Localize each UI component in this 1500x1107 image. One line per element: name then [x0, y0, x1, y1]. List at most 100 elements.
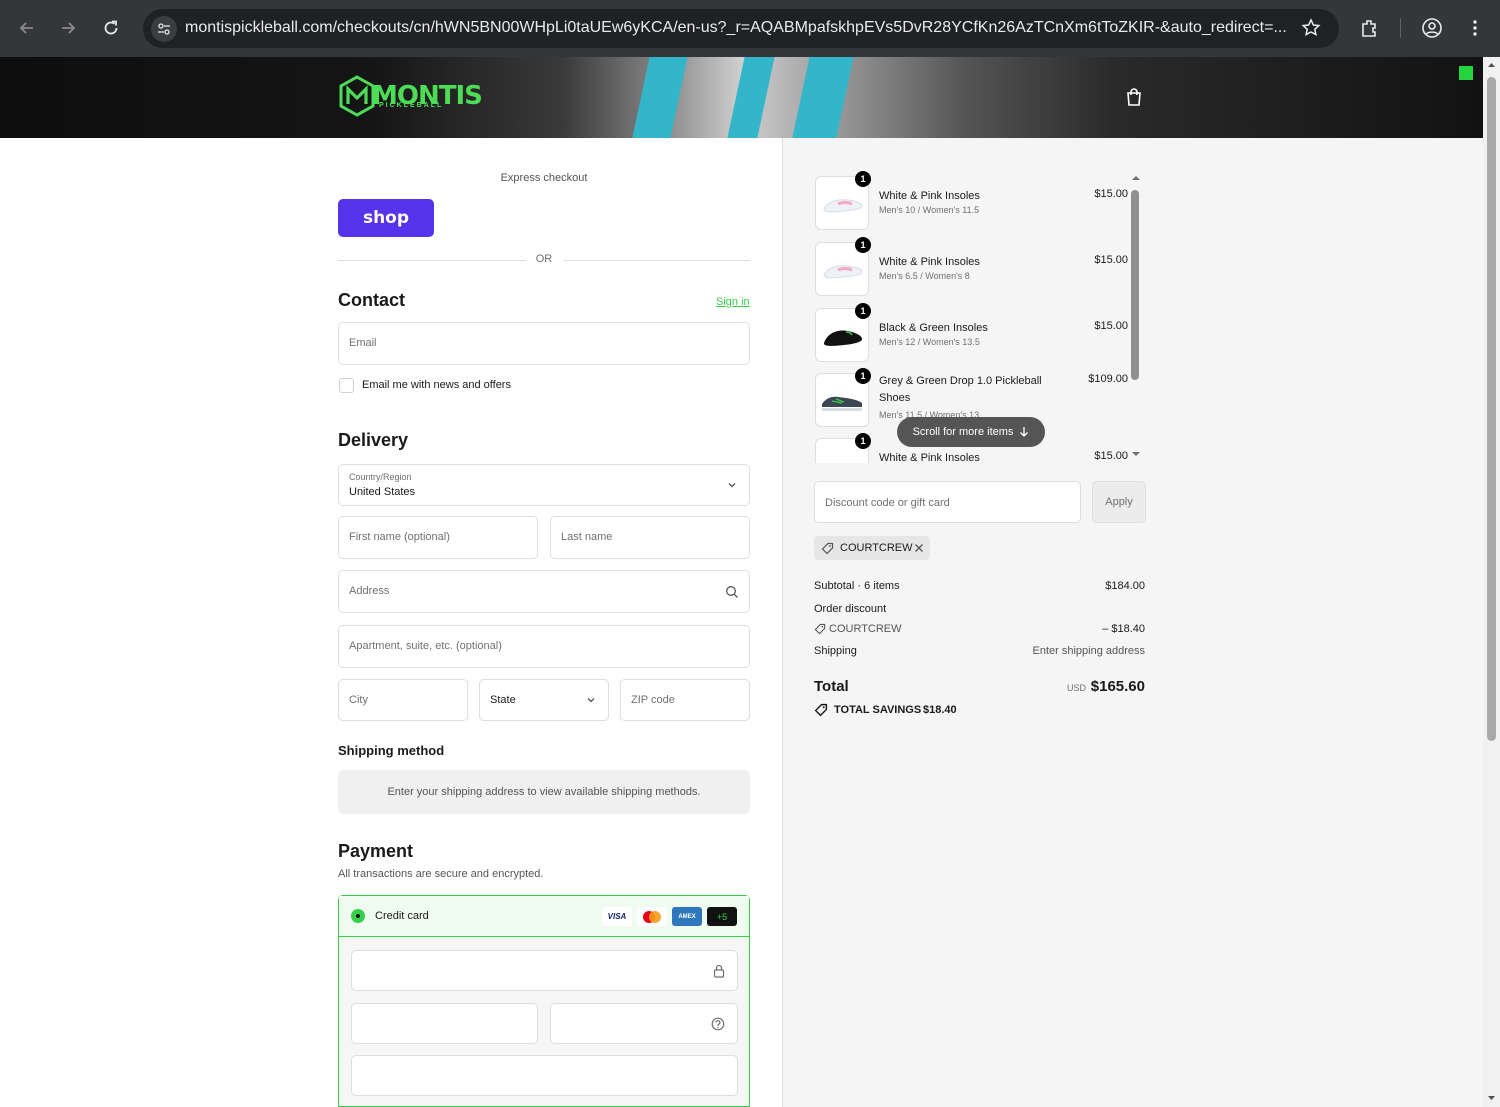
state-placeholder: State — [490, 694, 516, 706]
delivery-heading: Delivery — [338, 430, 409, 450]
country-label: Country/Region — [349, 472, 412, 482]
banner-stripe — [788, 57, 856, 138]
scroll-down-icon[interactable] — [1487, 1095, 1496, 1102]
arrow-down-icon — [1020, 427, 1029, 437]
last-name-placeholder: Last name — [561, 531, 613, 543]
arrow-right-icon — [62, 22, 76, 34]
scroll-more-button[interactable]: Scroll for more items — [897, 417, 1045, 447]
help-icon[interactable] — [711, 1017, 725, 1031]
payment-subtitle: All transactions are secure and encrypte… — [338, 868, 544, 880]
discount-code-field[interactable]: Discount code or gift card — [814, 481, 1081, 523]
checkout-form: Express checkout shop OR Contact Sign in… — [0, 138, 783, 1107]
quantity-badge: 1 — [855, 303, 871, 319]
header-banner: MONTIS PICKLEBALL — [0, 57, 1483, 138]
savings-tag-icon — [814, 703, 828, 717]
zip-field[interactable]: ZIP code — [620, 679, 750, 721]
last-name-field[interactable]: Last name — [550, 516, 750, 559]
item-price: $15.00 — [1094, 320, 1128, 332]
item-price: $15.00 — [1094, 450, 1128, 462]
sign-in-link[interactable]: Sign in — [716, 296, 750, 308]
contact-heading: Contact — [338, 290, 405, 310]
item-name: Black & Green Insoles — [879, 322, 988, 334]
address-bar[interactable]: montispickleball.com/checkouts/cn/hWN5BN… — [143, 9, 1339, 48]
scroll-down-icon[interactable] — [1131, 450, 1141, 458]
reload-button[interactable] — [97, 14, 125, 42]
site-info-icon[interactable] — [151, 16, 177, 42]
expiry-field[interactable] — [351, 1003, 538, 1044]
first-name-field[interactable]: First name (optional) — [338, 516, 538, 559]
item-name: White & Pink Insoles — [879, 452, 980, 463]
zip-placeholder: ZIP code — [631, 694, 675, 706]
address-placeholder: Address — [349, 585, 390, 597]
banner-stripe — [723, 57, 777, 138]
browser-toolbar: montispickleball.com/checkouts/cn/hWN5BN… — [0, 0, 1500, 57]
currency-label: USD — [1066, 683, 1086, 693]
credit-card-panel: Credit card VISA AMEX +5 — [338, 895, 750, 1107]
item-price: $15.00 — [1094, 254, 1128, 266]
reload-icon — [104, 20, 118, 35]
credit-card-label: Credit card — [375, 910, 429, 922]
total-savings-label: TOTAL SAVINGS — [834, 704, 922, 716]
email-field[interactable]: Email — [338, 322, 750, 365]
security-code-field[interactable] — [550, 1003, 738, 1044]
extensions-icon[interactable] — [1359, 17, 1381, 44]
discount-tag: COURTCREW — [814, 536, 930, 560]
remove-discount-icon[interactable] — [914, 543, 924, 553]
amex-icon: AMEX — [672, 907, 702, 926]
url-text: montispickleball.com/checkouts/cn/hWN5BN… — [185, 19, 1287, 36]
city-placeholder: City — [349, 694, 368, 706]
news-checkbox[interactable] — [339, 378, 354, 393]
city-field[interactable]: City — [338, 679, 468, 721]
state-select[interactable]: State — [479, 679, 609, 721]
discount-code-label: COURTCREW — [829, 623, 902, 635]
visa-icon: VISA — [602, 907, 632, 926]
express-checkout-label: Express checkout — [500, 172, 588, 184]
tag-icon — [814, 623, 826, 635]
divider — [563, 260, 750, 261]
bookmark-star-icon[interactable] — [1301, 18, 1321, 43]
card-number-field[interactable] — [351, 950, 738, 991]
divider — [338, 260, 526, 261]
toolbar-divider — [1400, 18, 1401, 38]
first-name-placeholder: First name (optional) — [349, 531, 450, 543]
page-scrollbar[interactable] — [1483, 57, 1500, 1107]
apply-button[interactable]: Apply — [1092, 481, 1146, 523]
menu-kebab-icon[interactable] — [1465, 18, 1485, 43]
cart-scroll-thumb[interactable] — [1131, 190, 1139, 380]
total-savings-value: $18.40 — [923, 704, 957, 716]
cart-item: 1 White & Pink Insoles Men's 10 / Women'… — [815, 171, 1145, 232]
page-scroll-thumb[interactable] — [1487, 77, 1496, 741]
logo-subtext: PICKLEBALL — [379, 102, 444, 109]
shop-pay-button[interactable]: shop — [338, 199, 434, 237]
credit-card-radio[interactable] — [351, 909, 365, 923]
discount-tag-label: COURTCREW — [840, 542, 913, 554]
country-select[interactable]: Country/Region United States — [338, 464, 750, 506]
item-name: Grey & Green Drop 1.0 Pickleball Shoes — [879, 375, 1042, 404]
lock-icon — [713, 964, 725, 978]
credit-card-option[interactable]: Credit card VISA AMEX +5 — [339, 896, 749, 937]
item-variant: Men's 12 / Women's 13.5 — [879, 337, 980, 347]
item-price: $109.00 — [1088, 373, 1128, 385]
montis-logo[interactable]: MONTIS PICKLEBALL — [338, 75, 483, 117]
apartment-field[interactable]: Apartment, suite, etc. (optional) — [338, 625, 750, 668]
forward-button[interactable] — [54, 14, 82, 42]
profile-icon[interactable] — [1421, 17, 1443, 44]
back-button[interactable] — [13, 14, 41, 42]
total-value: $165.60 — [1090, 678, 1145, 695]
item-price: $15.00 — [1094, 188, 1128, 200]
or-label: OR — [535, 253, 553, 265]
cart-items-list[interactable]: 1 White & Pink Insoles Men's 10 / Women'… — [783, 138, 1163, 463]
status-indicator — [1459, 66, 1473, 80]
item-variant: Men's 10 / Women's 11.5 — [879, 205, 980, 215]
shipping-label: Shipping — [814, 645, 857, 657]
item-name: White & Pink Insoles — [879, 256, 980, 268]
apartment-placeholder: Apartment, suite, etc. (optional) — [349, 640, 502, 652]
shopping-bag-icon[interactable] — [1125, 87, 1143, 112]
scroll-up-icon[interactable] — [1131, 174, 1141, 182]
address-field[interactable]: Address — [338, 570, 750, 613]
discount-placeholder: Discount code or gift card — [825, 497, 950, 509]
quantity-badge: 1 — [855, 368, 871, 384]
name-on-card-field[interactable] — [351, 1055, 738, 1096]
search-icon — [726, 586, 738, 598]
scroll-up-icon[interactable] — [1487, 61, 1496, 68]
